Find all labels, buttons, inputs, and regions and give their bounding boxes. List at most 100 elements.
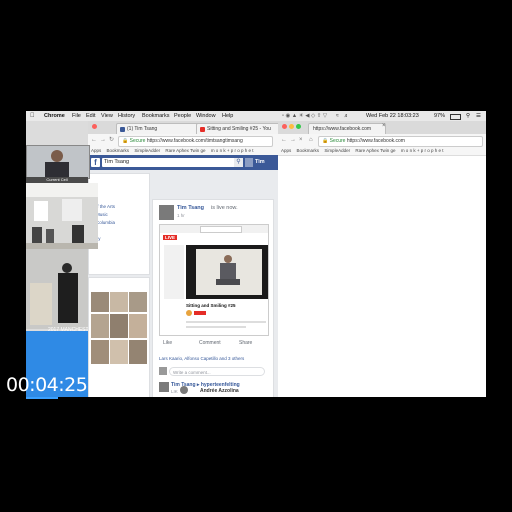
photo-thumbnail[interactable] <box>129 340 147 364</box>
search-icon[interactable]: ⚲ <box>466 111 470 121</box>
menu-edit[interactable]: Edit <box>86 111 95 121</box>
battery-percent[interactable]: 97% <box>434 111 445 121</box>
post-status: is live now. <box>211 205 238 211</box>
photo-thumbnail[interactable] <box>110 340 128 364</box>
photo-thumbnail[interactable] <box>110 314 128 338</box>
secure-label: Secure <box>329 138 346 144</box>
ceiling <box>26 183 98 197</box>
zoom-window-button[interactable] <box>296 124 301 129</box>
menu-people[interactable]: People <box>174 111 191 121</box>
bookmark-monk[interactable]: m o n k + p r o p h e t <box>401 148 444 153</box>
url-field[interactable]: 🔒 Secure https://www.facebook.com/timtsa… <box>118 136 273 147</box>
url-field[interactable]: 🔒 Secure https://www.facebook.com <box>318 136 483 147</box>
header-user-name[interactable]: Tim <box>255 158 265 167</box>
reactions-summary[interactable]: Lars Kaario, Alfonso Capetillo and 3 oth… <box>159 356 267 366</box>
tab-title: https://www.facebook.com <box>313 126 372 132</box>
person-head <box>51 150 63 162</box>
post-author[interactable]: Tim Tsang <box>177 205 204 211</box>
photo-thumbnail[interactable] <box>91 314 109 338</box>
post-actions: Like Comment Share <box>159 340 267 350</box>
bookmark-bookmarks[interactable]: Bookmarks <box>297 148 320 153</box>
address-bar-row: ← → × ⌂ 🔒 Secure https://www.facebook.co… <box>278 134 486 148</box>
gallery-photo-room <box>26 183 98 249</box>
close-window-button[interactable] <box>92 124 97 129</box>
bookmark-bookmarks[interactable]: Bookmarks <box>107 148 130 153</box>
bookmark-monk[interactable]: m o n k + p r o p h e t <box>211 148 254 153</box>
person-head <box>62 263 72 273</box>
bookmark-apps[interactable]: Apps <box>281 148 291 153</box>
bookmark-apps[interactable]: Apps <box>91 148 101 153</box>
subscribe-button[interactable] <box>194 311 206 315</box>
avatar[interactable] <box>159 382 169 392</box>
webcam-preview <box>26 145 90 179</box>
notifications-icon[interactable]: ☰ <box>476 111 481 121</box>
volume-icon[interactable]: ♬ <box>344 111 349 121</box>
live-badge: LIVE <box>163 235 178 240</box>
address-bar-row: ← → ↻ 🔒 Secure https://www.facebook.com/… <box>88 134 278 148</box>
home-icon[interactable]: ⌂ <box>309 137 313 144</box>
close-window-button[interactable] <box>282 124 287 129</box>
menu-file[interactable]: File <box>72 111 81 121</box>
tab-strip: (1) Tim Tsang Sitting and Smiling #25 - … <box>88 121 278 135</box>
back-icon[interactable]: ← <box>91 137 97 144</box>
back-icon[interactable]: ← <box>281 137 287 144</box>
reload-icon[interactable]: ↻ <box>109 137 114 144</box>
wall-panel <box>62 199 82 221</box>
live-video-player[interactable]: LIVE Sitting and Smiling #25 <box>159 224 269 336</box>
right-browser-window: https://www.facebook.com × ← → × ⌂ 🔒 Sec… <box>278 121 486 397</box>
avatar <box>159 367 167 375</box>
search-icon[interactable]: ⚲ <box>234 158 243 167</box>
commenter-name[interactable]: Andrée Azzolina <box>200 388 239 394</box>
comment-input[interactable]: Write a comment... <box>169 367 265 376</box>
avatar <box>180 386 188 394</box>
photo-thumbnail[interactable] <box>129 314 147 338</box>
wall-panel <box>30 283 52 325</box>
person-head <box>224 255 232 263</box>
post-meta[interactable]: 1 hr <box>177 213 185 218</box>
close-load-icon[interactable]: × <box>299 137 303 144</box>
lock-icon: 🔒 <box>122 138 129 144</box>
youtube-favicon-icon <box>200 127 205 132</box>
facebook-logo-icon[interactable]: f <box>91 158 100 167</box>
video-description-line <box>186 326 246 328</box>
wifi-icon[interactable]: ≈ <box>336 111 339 121</box>
photo-thumbnail[interactable] <box>110 292 128 312</box>
person-legs <box>216 279 240 285</box>
bookmark-simpleadder[interactable]: SimpleAdder <box>324 148 350 153</box>
menu-view[interactable]: View <box>101 111 113 121</box>
person-body <box>220 263 236 279</box>
bookmark-aphex[interactable]: Rare Aphex Twin ge <box>165 148 205 153</box>
comment-button[interactable]: Comment <box>199 340 221 346</box>
like-button[interactable]: Like <box>163 340 172 346</box>
menu-window[interactable]: Window <box>196 111 216 121</box>
next-post-meta: LIK <box>171 389 178 394</box>
video-frame[interactable] <box>186 245 268 299</box>
video-title: Sitting and Smiling #25 <box>186 303 236 308</box>
apple-icon[interactable]:  <box>30 111 35 121</box>
facebook-browser-window: (1) Tim Tsang Sitting and Smiling #25 - … <box>88 121 278 397</box>
gallery-photo-performer <box>26 249 88 329</box>
forward-icon[interactable]: → <box>290 137 296 144</box>
close-tab-icon[interactable]: × <box>382 123 386 129</box>
photo-thumbnail[interactable] <box>91 292 109 312</box>
menubar-clock[interactable]: Wed Feb 22 18:03:23 <box>366 111 419 121</box>
avatar[interactable] <box>245 158 253 167</box>
forward-icon[interactable]: → <box>100 137 106 144</box>
secure-label: Secure <box>129 138 146 144</box>
menu-help[interactable]: Help <box>222 111 233 121</box>
photo-thumbnail[interactable] <box>129 292 147 312</box>
menu-bookmarks[interactable]: Bookmarks <box>142 111 170 121</box>
bookmark-aphex[interactable]: Rare Aphex Twin ge <box>355 148 395 153</box>
status-icons[interactable]: ▫ ◉ ▲ ☀ ◀ ◇ ⇧ ▽ <box>282 111 327 121</box>
menu-history[interactable]: History <box>118 111 135 121</box>
facebook-search-input[interactable]: Tim Tsang <box>102 158 242 167</box>
bookmark-simpleadder[interactable]: SimpleAdder <box>134 148 160 153</box>
url-text: https://www.facebook.com/timtsangtimsang <box>146 138 243 144</box>
share-button[interactable]: Share <box>239 340 252 346</box>
avatar[interactable] <box>159 205 174 220</box>
photo-thumbnail[interactable] <box>91 340 109 364</box>
minimize-window-button[interactable] <box>289 124 294 129</box>
app-menu-chrome[interactable]: Chrome <box>44 111 65 121</box>
avatar <box>186 310 192 316</box>
person-body <box>45 162 69 178</box>
